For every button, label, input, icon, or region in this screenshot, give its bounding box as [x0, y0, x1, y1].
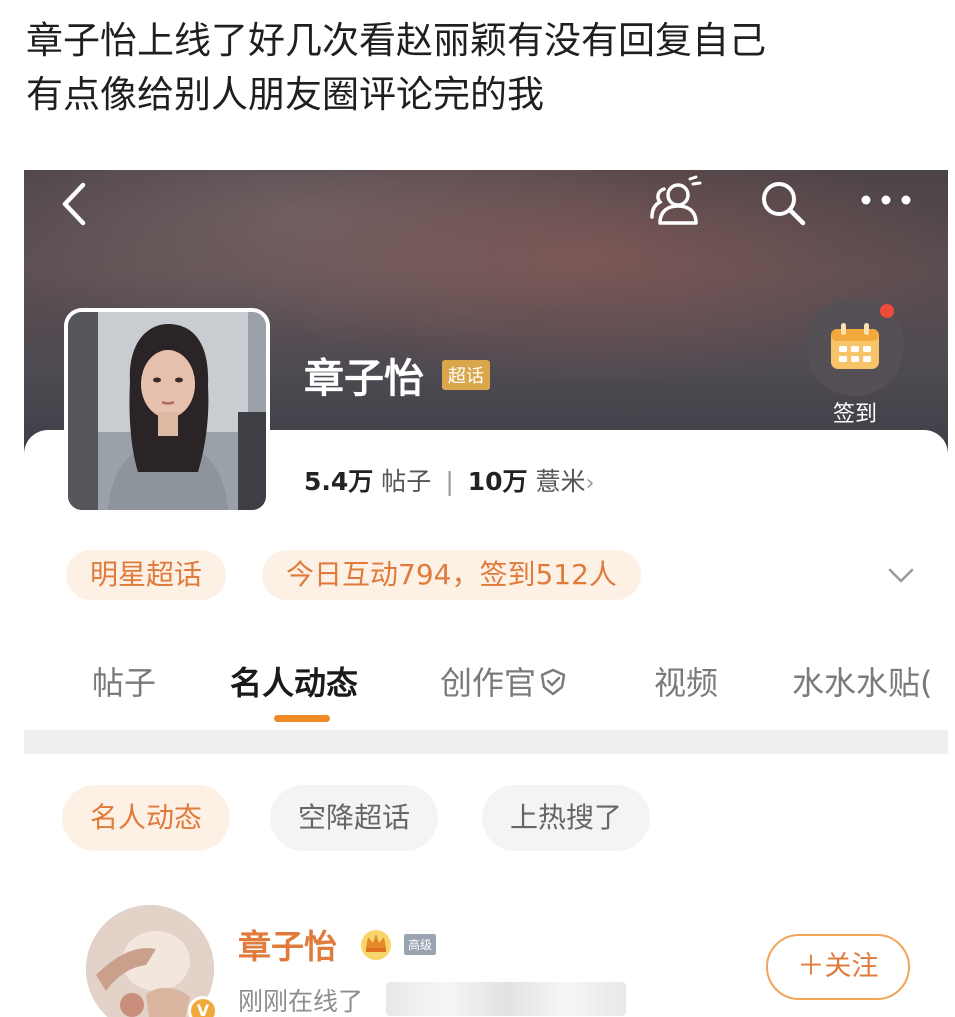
phone-screen: 签到 章子怡 超话 5.4万 帖子 | 10万 薏米› 明星超话 今日互动794…	[24, 170, 948, 1017]
back-chevron-icon	[62, 182, 86, 226]
portrait-image	[68, 312, 266, 510]
tab-water-posts[interactable]: 水水水贴(	[792, 658, 933, 704]
chip-celebrity-updates[interactable]: 名人动态	[62, 785, 231, 851]
group-chat-button[interactable]	[644, 174, 706, 230]
tab-celebrity-updates[interactable]: 名人动态	[230, 658, 358, 704]
search-icon	[762, 182, 806, 226]
super-chat-icon	[650, 175, 702, 225]
fans-label[interactable]: 薏米	[536, 467, 586, 496]
feed-status-text: 刚刚在线了	[238, 987, 364, 1016]
supertopic-name: 章子怡	[304, 356, 424, 402]
filter-chips: 名人动态 空降超话 上热搜了	[24, 785, 948, 855]
post-caption: 章子怡上线了好几次看赵丽颖有没有回复自己 有点像给别人朋友圈评论完的我	[26, 14, 926, 122]
activity-tag[interactable]: 今日互动794，签到512人	[262, 550, 641, 600]
supertopic-badge: 超话	[442, 360, 490, 390]
notification-dot	[880, 304, 894, 318]
more-icon	[861, 195, 911, 205]
more-button[interactable]	[856, 180, 916, 220]
creator-shield-icon	[540, 668, 566, 696]
fans-count[interactable]: 10万	[468, 467, 528, 496]
screenshot-root: 章子怡上线了好几次看赵丽颖有没有回复自己 有点像给别人朋友圈评论完的我 签到 章…	[0, 0, 955, 1017]
feed-author-name[interactable]: 章子怡	[238, 920, 337, 968]
calendar-icon	[831, 323, 879, 369]
back-button[interactable]	[54, 178, 94, 230]
supertopic-avatar[interactable]	[64, 308, 270, 514]
caption-line-2: 有点像给别人朋友圈评论完的我	[26, 73, 544, 116]
checkin-label: 签到	[832, 402, 877, 427]
posts-count: 5.4万	[304, 467, 374, 496]
tab-bar: 帖子 名人动态 创作官 视频 水水水贴(	[24, 658, 948, 718]
follow-button[interactable]: ＋关注	[766, 934, 910, 1000]
posts-label: 帖子	[381, 467, 432, 496]
search-button[interactable]	[756, 176, 810, 230]
tab-videos[interactable]: 视频	[654, 658, 718, 704]
tab-creators-label: 创作官	[440, 664, 537, 702]
category-tag[interactable]: 明星超话	[66, 550, 227, 600]
expand-button[interactable]	[886, 560, 916, 590]
caption-line-1: 章子怡上线了好几次看赵丽颖有没有回复自己	[26, 19, 766, 62]
tab-posts[interactable]: 帖子	[92, 658, 156, 704]
member-level-badge: 高级	[404, 934, 437, 955]
chip-trending[interactable]: 上热搜了	[482, 785, 651, 851]
stats-separator: |	[445, 467, 454, 496]
blurred-content	[386, 982, 626, 1016]
chevron-down-icon	[888, 568, 914, 583]
active-tab-indicator	[274, 715, 330, 722]
tab-creators[interactable]: 创作官	[440, 658, 568, 704]
fans-chevron-icon[interactable]: ›	[586, 471, 595, 496]
section-divider	[24, 730, 948, 754]
chip-airdrop[interactable]: 空降超话	[270, 785, 439, 851]
stats-row: 5.4万 帖子 | 10万 薏米›	[304, 462, 594, 498]
crown-icon	[358, 926, 394, 960]
